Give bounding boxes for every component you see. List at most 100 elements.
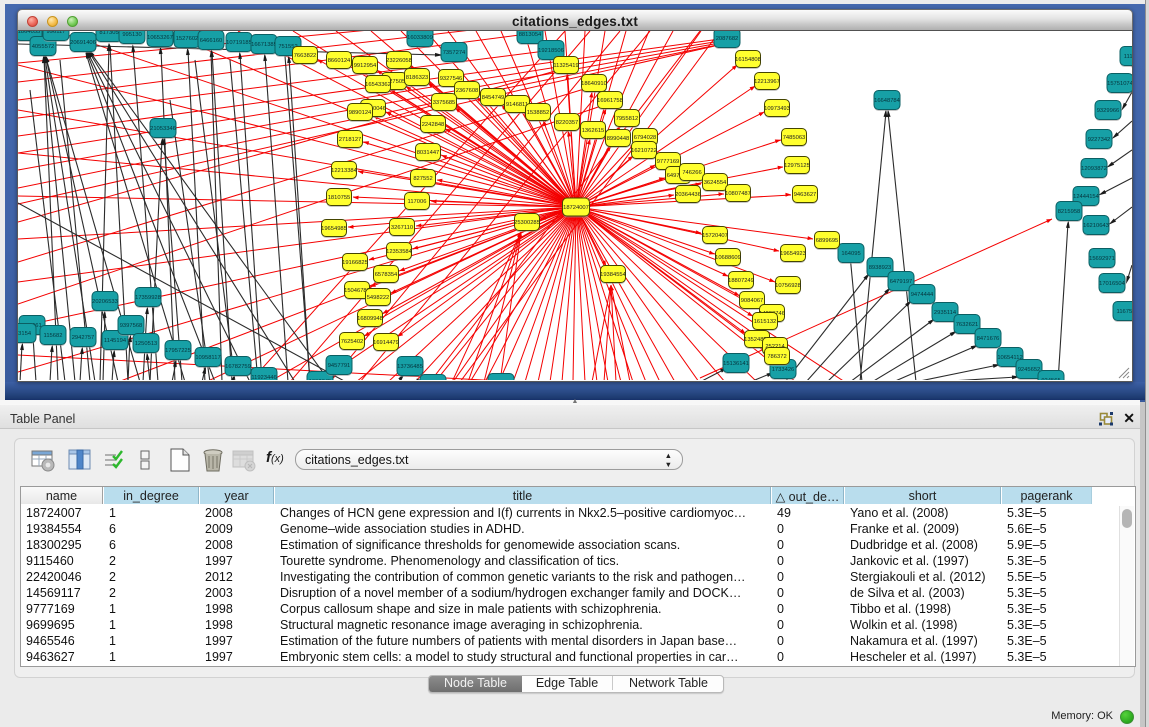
svg-text:9912954: 9912954 (354, 63, 377, 69)
svg-text:6466160: 6466160 (200, 38, 223, 44)
svg-text:9474444: 9474444 (911, 292, 934, 298)
svg-text:16033809: 16033809 (407, 35, 433, 41)
svg-text:8220357: 8220357 (556, 120, 579, 126)
svg-text:8471676: 8471676 (977, 336, 1000, 342)
svg-text:7632621: 7632621 (956, 322, 979, 328)
svg-text:1864055: 1864055 (18, 31, 40, 35)
svg-text:12093872: 12093872 (1081, 166, 1107, 172)
svg-text:19654923: 19654923 (780, 251, 806, 257)
svg-text:8215958: 8215958 (1058, 209, 1081, 215)
svg-text:3375685: 3375685 (433, 100, 456, 106)
svg-text:15692971: 15692971 (1089, 256, 1115, 262)
svg-text:9329966: 9329966 (1097, 108, 1120, 114)
svg-text:18807249: 18807249 (728, 278, 754, 284)
svg-text:9397568: 9397568 (120, 323, 143, 329)
svg-text:1527602: 1527602 (176, 36, 199, 42)
svg-text:15720407: 15720407 (702, 233, 728, 239)
svg-text:1615132: 1615132 (754, 319, 777, 325)
svg-text:2718127: 2718127 (339, 137, 362, 143)
svg-text:6794028: 6794028 (634, 135, 657, 141)
svg-text:16543362: 16543362 (365, 82, 391, 88)
svg-text:17957225: 17957225 (165, 348, 191, 354)
svg-text:2242848: 2242848 (422, 122, 445, 128)
svg-text:12353584: 12353584 (386, 249, 413, 255)
svg-text:164095: 164095 (841, 251, 860, 257)
svg-text:11923446: 11923446 (251, 375, 276, 380)
svg-text:20206533: 20206533 (92, 299, 118, 305)
svg-text:13736485: 13736485 (397, 364, 423, 370)
svg-text:7357274: 7357274 (443, 50, 466, 56)
svg-text:1145194: 1145194 (104, 338, 127, 344)
svg-text:25300285: 25300285 (514, 220, 540, 226)
svg-text:12444154: 12444154 (1073, 194, 1100, 200)
svg-text:786372: 786372 (767, 354, 786, 360)
svg-text:18640910: 18640910 (581, 81, 607, 87)
svg-text:16648784: 16648784 (874, 98, 901, 104)
svg-text:996117: 996117 (47, 31, 66, 35)
svg-text:9245652: 9245652 (1018, 367, 1041, 373)
svg-text:8454749: 8454749 (482, 95, 505, 101)
svg-text:8938923: 8938923 (869, 265, 892, 271)
svg-text:10688609: 10688609 (715, 255, 741, 261)
svg-text:21053346: 21053346 (150, 126, 176, 132)
svg-text:33154: 33154 (18, 331, 32, 337)
svg-text:8031447: 8031447 (417, 150, 440, 156)
svg-text:7955812: 7955812 (616, 116, 639, 122)
svg-text:10653267: 10653267 (147, 35, 173, 41)
svg-text:7485063: 7485063 (783, 135, 806, 141)
svg-text:4055572: 4055572 (32, 44, 55, 50)
svg-text:995130: 995130 (122, 32, 141, 38)
svg-text:8813054: 8813054 (519, 32, 542, 38)
svg-text:19384554: 19384554 (600, 272, 627, 278)
svg-text:12213967: 12213967 (754, 79, 780, 85)
svg-text:111263: 111263 (1124, 54, 1132, 60)
svg-text:3624554: 3624554 (704, 180, 727, 186)
svg-text:18724007: 18724007 (563, 205, 589, 211)
svg-text:9463627: 9463627 (794, 192, 817, 198)
svg-text:17359928: 17359928 (135, 295, 161, 301)
svg-text:10958117: 10958117 (195, 355, 220, 361)
svg-text:9457791: 9457791 (328, 363, 351, 369)
svg-text:117006: 117006 (408, 199, 427, 205)
svg-text:116753: 116753 (1117, 309, 1132, 315)
svg-text:746266: 746266 (682, 170, 701, 176)
svg-text:5498222: 5498222 (367, 295, 390, 301)
svg-text:6479197: 6479197 (890, 279, 913, 285)
svg-text:11325419: 11325419 (553, 63, 578, 69)
svg-text:1733426: 1733426 (772, 367, 795, 373)
svg-text:19654985: 19654985 (321, 226, 347, 232)
svg-text:3267110: 3267110 (391, 225, 413, 231)
svg-text:10719185: 10719185 (226, 40, 252, 46)
svg-text:17016504: 17016504 (1099, 281, 1126, 287)
svg-text:9084067: 9084067 (741, 298, 764, 304)
svg-text:16210722: 16210722 (631, 148, 657, 154)
svg-text:1810755: 1810755 (328, 195, 351, 201)
svg-text:9146811: 9146811 (506, 102, 528, 108)
svg-text:6899695: 6899695 (816, 238, 839, 244)
svg-text:2935114: 2935114 (934, 310, 957, 316)
svg-text:7663822: 7663822 (294, 53, 317, 59)
svg-text:16914479: 16914479 (373, 340, 399, 346)
svg-text:7625402: 7625402 (341, 339, 364, 345)
svg-text:16809948: 16809948 (357, 316, 383, 322)
svg-text:9777169: 9777169 (657, 159, 680, 165)
svg-text:1362615: 1362615 (582, 128, 605, 134)
svg-text:10807487: 10807487 (725, 191, 751, 197)
svg-text:10973493: 10973493 (764, 106, 790, 112)
svg-text:924565: 924565 (1041, 378, 1060, 380)
svg-text:16210643: 16210643 (1083, 223, 1109, 229)
svg-text:20691406: 20691406 (70, 40, 96, 46)
svg-text:23226058: 23226058 (386, 58, 412, 64)
svg-text:9890124: 9890124 (349, 110, 372, 116)
svg-text:1250513: 1250513 (135, 341, 158, 347)
svg-text:2087682: 2087682 (716, 36, 739, 42)
svg-text:15136141: 15136141 (723, 361, 749, 367)
svg-text:8186323: 8186323 (406, 75, 429, 81)
svg-text:1538852: 1538852 (527, 110, 550, 116)
svg-text:1092345: 1092345 (309, 379, 332, 380)
svg-text:15751074: 15751074 (1107, 81, 1132, 87)
svg-text:16671385: 16671385 (251, 42, 277, 48)
svg-text:12213384: 12213384 (331, 168, 358, 174)
svg-text:2367608: 2367608 (456, 88, 479, 94)
svg-text:16782759: 16782759 (225, 364, 251, 370)
